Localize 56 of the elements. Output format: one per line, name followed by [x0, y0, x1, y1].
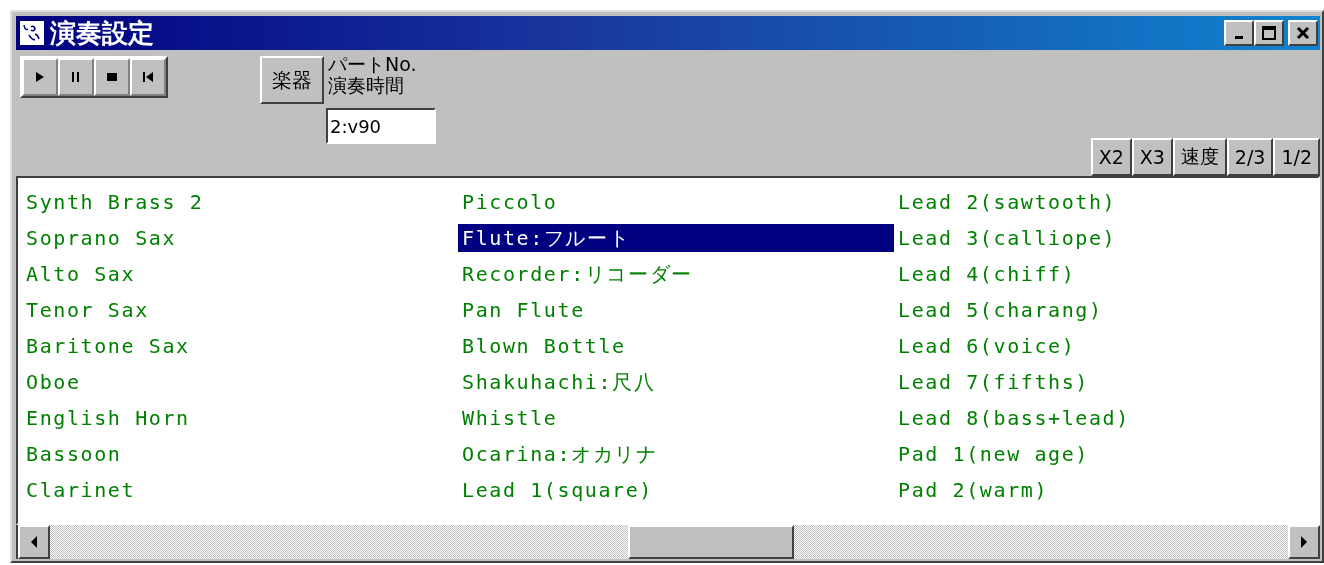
instrument-item[interactable]: Lead 5(charang) — [894, 296, 1318, 324]
instrument-item[interactable]: Shakuhachi:尺八 — [458, 368, 894, 396]
speed-button[interactable]: 速度 — [1172, 138, 1227, 176]
close-icon — [1296, 26, 1310, 40]
app-icon — [20, 21, 44, 45]
instrument-item[interactable]: Synth Brass 2 — [22, 188, 458, 216]
speed-button[interactable]: X3 — [1131, 138, 1173, 176]
right-arrow-icon — [1300, 536, 1308, 548]
instrument-button[interactable]: 楽器 — [260, 56, 324, 104]
part-label: パートNo. — [328, 54, 418, 75]
speed-button[interactable]: 1/2 — [1273, 138, 1320, 176]
instrument-item[interactable]: Piccolo — [458, 188, 894, 216]
stop-button[interactable] — [94, 58, 130, 96]
instrument-item[interactable]: Clarinet — [22, 476, 458, 504]
instrument-item[interactable]: English Horn — [22, 404, 458, 432]
instrument-item[interactable]: Lead 4(chiff) — [894, 260, 1318, 288]
instrument-item[interactable]: Pad 1(new age) — [894, 440, 1318, 468]
instrument-item[interactable]: Lead 6(voice) — [894, 332, 1318, 360]
instrument-item[interactable]: Baritone Sax — [22, 332, 458, 360]
minimize-icon — [1235, 36, 1243, 39]
instrument-item[interactable]: Oboe — [22, 368, 458, 396]
instrument-item[interactable]: Soprano Sax — [22, 224, 458, 252]
instrument-item[interactable]: Recorder:リコーダー — [458, 260, 894, 288]
left-arrow-icon — [30, 536, 38, 548]
pause-button[interactable] — [58, 58, 94, 96]
instrument-item[interactable]: Whistle — [458, 404, 894, 432]
scroll-thumb[interactable] — [628, 525, 794, 559]
instrument-item[interactable]: Pad 2(warm) — [894, 476, 1318, 504]
close-button[interactable] — [1288, 20, 1318, 46]
instrument-item[interactable]: Pan Flute — [458, 296, 894, 324]
instrument-item[interactable]: Bassoon — [22, 440, 458, 468]
speed-button[interactable]: 2/3 — [1226, 138, 1274, 176]
minimize-button[interactable] — [1224, 20, 1254, 46]
instrument-item[interactable]: Lead 7(fifths) — [894, 368, 1318, 396]
instrument-item[interactable]: Flute:フルート — [458, 224, 894, 252]
instrument-item[interactable]: Lead 1(square) — [458, 476, 894, 504]
instrument-item[interactable]: Lead 2(sawtooth) — [894, 188, 1318, 216]
rewind-button[interactable] — [130, 58, 166, 96]
instrument-item[interactable]: Tenor Sax — [22, 296, 458, 324]
horizontal-scrollbar[interactable] — [16, 525, 1320, 559]
rewind-icon — [141, 70, 155, 84]
instrument-item[interactable]: Ocarina:オカリナ — [458, 440, 894, 468]
instrument-item[interactable]: Blown Bottle — [458, 332, 894, 360]
maximize-icon — [1262, 26, 1276, 40]
scroll-right-button[interactable] — [1288, 525, 1320, 559]
part-field[interactable]: 2:v90 — [326, 108, 436, 144]
speed-button[interactable]: X2 — [1090, 138, 1132, 176]
maximize-button[interactable] — [1254, 20, 1284, 46]
stop-icon — [105, 70, 119, 84]
instrument-item[interactable]: Lead 3(calliope) — [894, 224, 1318, 252]
instrument-item[interactable]: Alto Sax — [22, 260, 458, 288]
time-label: 演奏時間 — [328, 75, 405, 96]
window-title: 演奏設定 — [50, 18, 154, 48]
instrument-item[interactable]: Lead 8(bass+lead) — [894, 404, 1318, 432]
play-button[interactable] — [22, 58, 58, 96]
scroll-left-button[interactable] — [18, 525, 50, 559]
